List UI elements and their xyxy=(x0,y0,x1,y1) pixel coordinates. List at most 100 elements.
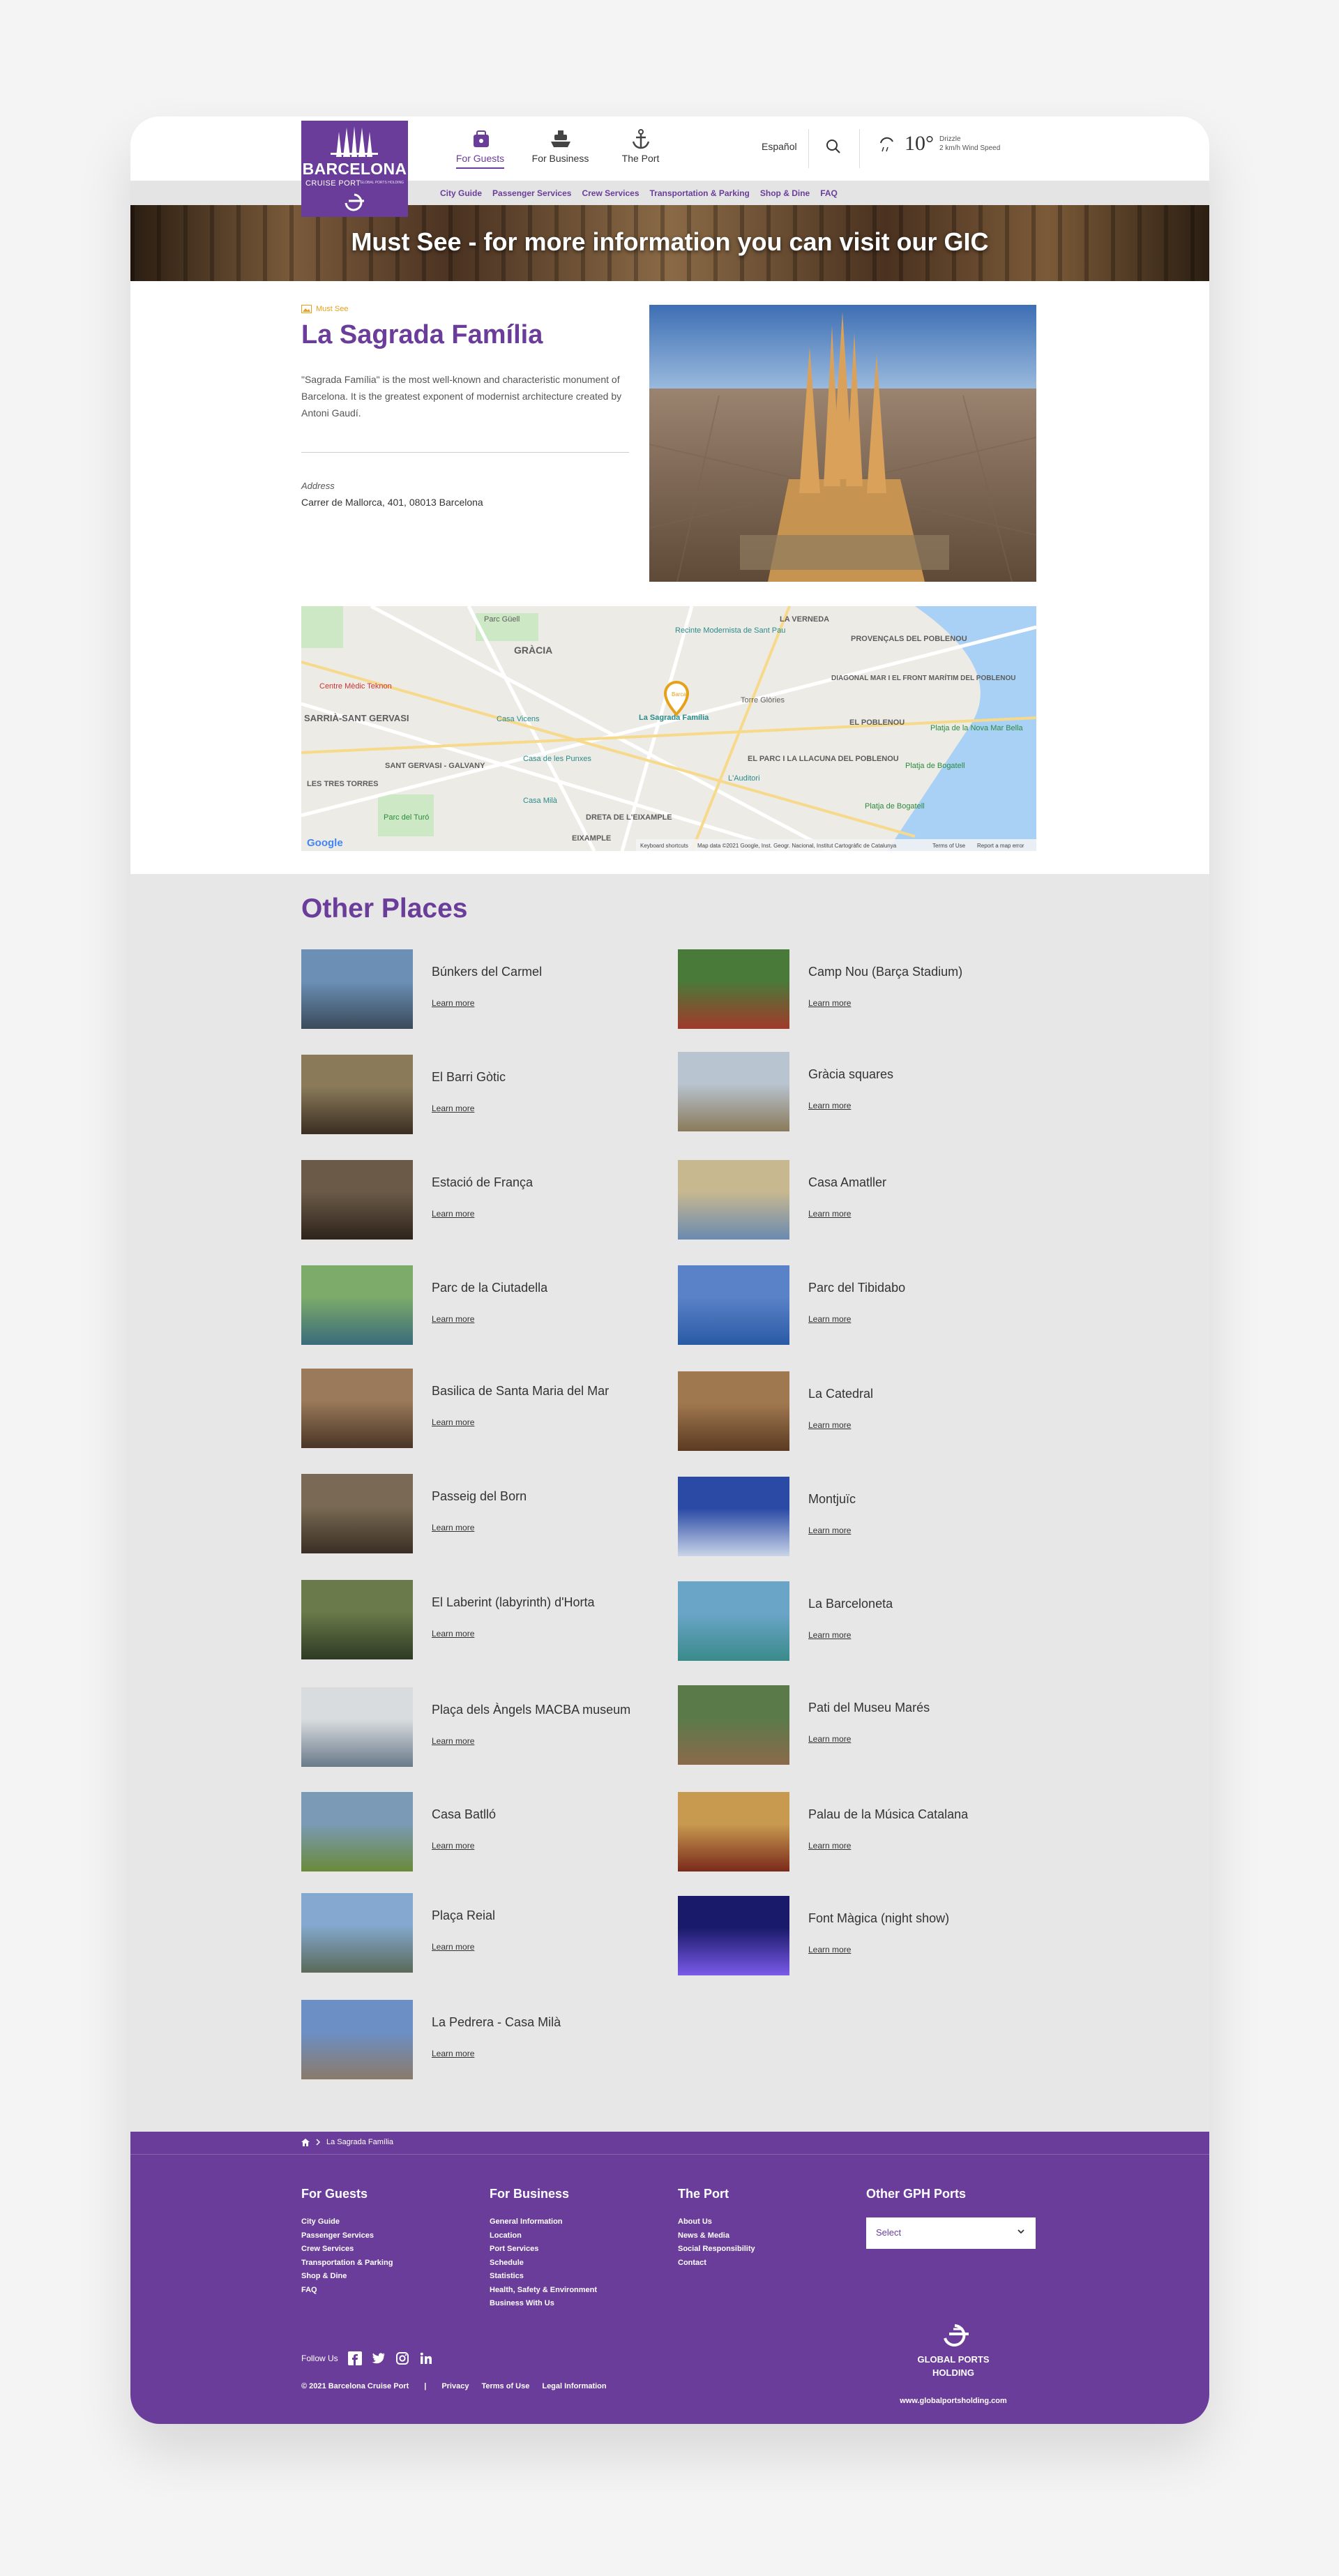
footer-link[interactable]: General Information xyxy=(490,2215,597,2229)
footer-link[interactable]: FAQ xyxy=(301,2284,393,2298)
nav-for-business[interactable]: For Business xyxy=(520,128,600,164)
subnav-city-guide[interactable]: City Guide xyxy=(440,188,482,198)
place-thumbnail[interactable] xyxy=(301,1893,413,1973)
place-card[interactable]: La Barceloneta Learn more xyxy=(678,1581,1041,1661)
footer-link[interactable]: Business With Us xyxy=(490,2297,597,2311)
place-thumbnail[interactable] xyxy=(301,949,413,1029)
learn-more-link[interactable]: Learn more xyxy=(432,1629,474,1639)
learn-more-link[interactable]: Learn more xyxy=(808,1101,851,1110)
footer-link[interactable]: City Guide xyxy=(301,2215,393,2229)
place-thumbnail[interactable] xyxy=(301,1580,413,1659)
learn-more-link[interactable]: Learn more xyxy=(432,1104,474,1113)
subnav-passenger-services[interactable]: Passenger Services xyxy=(492,188,571,198)
place-thumbnail[interactable] xyxy=(678,1685,789,1765)
place-card[interactable]: Pati del Museu Marés Learn more xyxy=(678,1685,1041,1765)
learn-more-link[interactable]: Learn more xyxy=(808,1314,851,1324)
footer-link[interactable]: News & Media xyxy=(678,2229,755,2243)
learn-more-link[interactable]: Learn more xyxy=(432,1942,474,1952)
place-thumbnail[interactable] xyxy=(301,1369,413,1448)
place-thumbnail[interactable] xyxy=(678,1896,789,1975)
place-card[interactable]: Casa Batlló Learn more xyxy=(301,1792,664,1871)
subnav-crew-services[interactable]: Crew Services xyxy=(582,188,639,198)
place-thumbnail[interactable] xyxy=(678,1792,789,1871)
place-thumbnail[interactable] xyxy=(678,1371,789,1451)
footer-link[interactable]: Schedule xyxy=(490,2257,597,2270)
instagram-icon[interactable] xyxy=(395,2351,409,2365)
footer-link[interactable]: Statistics xyxy=(490,2270,597,2284)
language-switch[interactable]: Español xyxy=(762,141,797,152)
gph-ports-select[interactable]: Select xyxy=(866,2217,1036,2249)
linkedin-icon[interactable] xyxy=(419,2351,433,2365)
place-card[interactable]: Plaça Reial Learn more xyxy=(301,1893,664,1973)
learn-more-link[interactable]: Learn more xyxy=(808,998,851,1008)
map-terms-link[interactable]: Terms of Use xyxy=(932,843,966,849)
place-card[interactable]: Casa Amatller Learn more xyxy=(678,1160,1041,1240)
footer-link[interactable]: Passenger Services xyxy=(301,2229,393,2243)
learn-more-link[interactable]: Learn more xyxy=(808,1420,851,1430)
place-thumbnail[interactable] xyxy=(301,1474,413,1553)
location-map[interactable]: Parc Güell GRÀCIA Recinte Modernista de … xyxy=(301,606,1036,851)
gph-url[interactable]: www.globalportsholding.com xyxy=(898,2397,1009,2405)
home-icon[interactable] xyxy=(301,2138,310,2146)
site-logo[interactable]: BARCELONA CRUISE PORT GLOBAL PORTS HOLDI… xyxy=(301,121,408,217)
place-card[interactable]: Passeig del Born Learn more xyxy=(301,1474,664,1553)
place-thumbnail[interactable] xyxy=(678,1265,789,1345)
nav-for-guests[interactable]: For Guests xyxy=(440,128,520,169)
subnav-faq[interactable]: FAQ xyxy=(820,188,838,198)
terms-link[interactable]: Terms of Use xyxy=(481,2382,529,2390)
footer-link[interactable]: Crew Services xyxy=(301,2243,393,2257)
place-thumbnail[interactable] xyxy=(301,2000,413,2079)
place-card[interactable]: Palau de la Música Catalana Learn more xyxy=(678,1792,1041,1871)
learn-more-link[interactable]: Learn more xyxy=(432,2049,474,2058)
place-card[interactable]: La Catedral Learn more xyxy=(678,1371,1041,1451)
learn-more-link[interactable]: Learn more xyxy=(808,1630,851,1640)
place-card[interactable]: Basilica de Santa Maria del Mar Learn mor… xyxy=(301,1369,664,1448)
place-card[interactable]: Font Màgica (night show) Learn more xyxy=(678,1896,1041,1975)
footer-link[interactable]: About Us xyxy=(678,2215,755,2229)
place-card[interactable]: El Barri Gòtic Learn more xyxy=(301,1055,664,1134)
learn-more-link[interactable]: Learn more xyxy=(808,1734,851,1744)
place-thumbnail[interactable] xyxy=(301,1687,413,1767)
footer-link[interactable]: Transportation & Parking xyxy=(301,2257,393,2270)
search-icon[interactable] xyxy=(824,137,842,156)
learn-more-link[interactable]: Learn more xyxy=(808,1209,851,1219)
footer-link[interactable]: Health, Safety & Environment xyxy=(490,2284,597,2298)
nav-the-port[interactable]: The Port xyxy=(600,128,681,164)
place-thumbnail[interactable] xyxy=(678,1581,789,1661)
footer-link[interactable]: Shop & Dine xyxy=(301,2270,393,2284)
legal-info-link[interactable]: Legal Information xyxy=(542,2382,606,2390)
learn-more-link[interactable]: Learn more xyxy=(432,1523,474,1532)
learn-more-link[interactable]: Learn more xyxy=(432,1314,474,1324)
map-keyboard-shortcuts[interactable]: Keyboard shortcuts xyxy=(640,843,688,849)
place-thumbnail[interactable] xyxy=(301,1055,413,1134)
footer-link[interactable]: Contact xyxy=(678,2257,755,2270)
learn-more-link[interactable]: Learn more xyxy=(432,998,474,1008)
place-thumbnail[interactable] xyxy=(678,1477,789,1556)
place-thumbnail[interactable] xyxy=(678,1052,789,1131)
place-card[interactable]: Búnkers del Carmel Learn more xyxy=(301,949,664,1029)
footer-link[interactable]: Social Responsibility xyxy=(678,2243,755,2257)
place-thumbnail[interactable] xyxy=(301,1265,413,1345)
learn-more-link[interactable]: Learn more xyxy=(432,1841,474,1851)
place-thumbnail[interactable] xyxy=(301,1792,413,1871)
place-card[interactable]: Gràcia squares Learn more xyxy=(678,1052,1041,1131)
subnav-transportation[interactable]: Transportation & Parking xyxy=(650,188,750,198)
place-card[interactable]: Parc del Tibidabo Learn more xyxy=(678,1265,1041,1345)
place-card[interactable]: La Pedrera - Casa Milà Learn more xyxy=(301,2000,664,2079)
subnav-shop-dine[interactable]: Shop & Dine xyxy=(760,188,810,198)
privacy-link[interactable]: Privacy xyxy=(441,2382,469,2390)
map-report-link[interactable]: Report a map error xyxy=(977,843,1024,849)
learn-more-link[interactable]: Learn more xyxy=(432,1417,474,1427)
twitter-icon[interactable] xyxy=(372,2351,386,2365)
place-card[interactable]: El Laberint (labyrinth) d'Horta Learn mor… xyxy=(301,1580,664,1659)
place-card[interactable]: Montjuïc Learn more xyxy=(678,1477,1041,1556)
place-thumbnail[interactable] xyxy=(678,1160,789,1240)
place-thumbnail[interactable] xyxy=(301,1160,413,1240)
footer-link[interactable]: Port Services xyxy=(490,2243,597,2257)
place-card[interactable]: Parc de la Ciutadella Learn more xyxy=(301,1265,664,1345)
place-card[interactable]: Estació de França Learn more xyxy=(301,1160,664,1240)
facebook-icon[interactable] xyxy=(347,2351,362,2365)
footer-link[interactable]: Location xyxy=(490,2229,597,2243)
learn-more-link[interactable]: Learn more xyxy=(808,1945,851,1954)
learn-more-link[interactable]: Learn more xyxy=(432,1209,474,1219)
